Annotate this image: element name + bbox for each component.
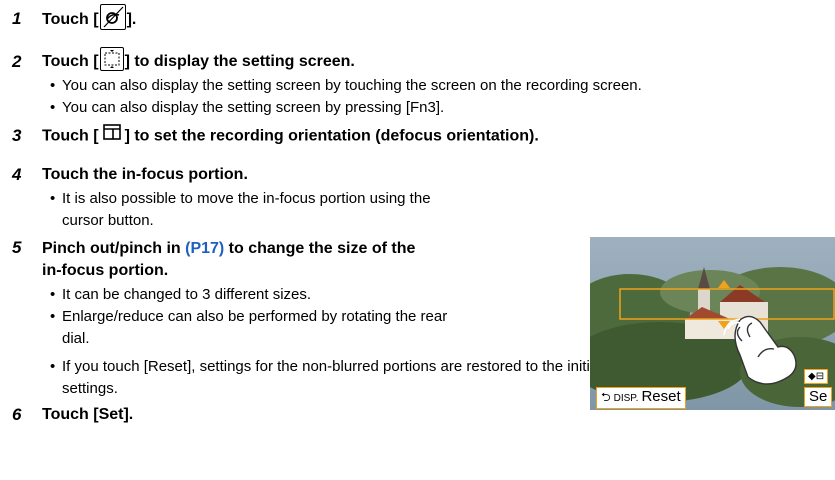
step-2-bullet-2: • You can also display the setting screen… xyxy=(50,99,445,116)
reset-button[interactable]: ⮌ DISP. Reset xyxy=(596,387,686,409)
step-4-bullet-1: • It is also possible to move the in-focu… xyxy=(50,190,431,207)
page-link-p17[interactable]: (P17) xyxy=(185,240,224,257)
step-5-bullet-1: • It can be changed to 3 different sizes. xyxy=(50,286,312,303)
return-arrow-icon: ⮌ xyxy=(601,390,611,404)
orientation-icon xyxy=(102,123,121,146)
step-4-number: 4 xyxy=(12,165,22,184)
step-5-number: 5 xyxy=(12,238,22,257)
step-2-bullet-1: • You can also display the setting screen… xyxy=(50,77,642,94)
step-4-bullet-1-cont: cursor button. xyxy=(62,212,154,229)
step-6-text: Touch [Set]. xyxy=(42,406,134,423)
orientation-small-icon: ◆⊟ xyxy=(808,371,825,382)
step-4-text: Touch the in-focus portion. xyxy=(42,166,248,183)
step-5-text: Pinch out/pinch in (P17) to change the s… xyxy=(42,240,416,257)
camera-screen-image: ⮌ DISP. Reset ◆⊟ Se xyxy=(590,237,835,410)
step-5-bullet-3-cont: settings. xyxy=(62,380,118,397)
step-2-number: 2 xyxy=(12,52,22,71)
step-5-bullet-2: • Enlarge/reduce can also be performed by… xyxy=(50,308,448,325)
step-1-number: 1 xyxy=(12,9,22,28)
orientation-toggle-button[interactable]: ◆⊟ xyxy=(804,369,829,384)
step-5-bullet-2-cont: dial. xyxy=(62,330,90,347)
creative-brush-icon xyxy=(99,4,126,30)
step-5-bullet-3: • If you touch [Reset], settings for the … xyxy=(50,358,602,375)
step-5-text-cont: in-focus portion. xyxy=(42,262,169,279)
step-3-number: 3 xyxy=(12,126,22,145)
setting-frame-icon xyxy=(99,47,124,71)
step-6-number: 6 xyxy=(12,405,22,424)
set-button[interactable]: Se xyxy=(804,387,833,407)
step-3-text: Touch [ ] to set the recording orientati… xyxy=(42,124,539,146)
step-1-text: Touch [ ]. xyxy=(42,4,136,30)
step-2-text: Touch [ ] to display the setting screen. xyxy=(42,47,355,71)
